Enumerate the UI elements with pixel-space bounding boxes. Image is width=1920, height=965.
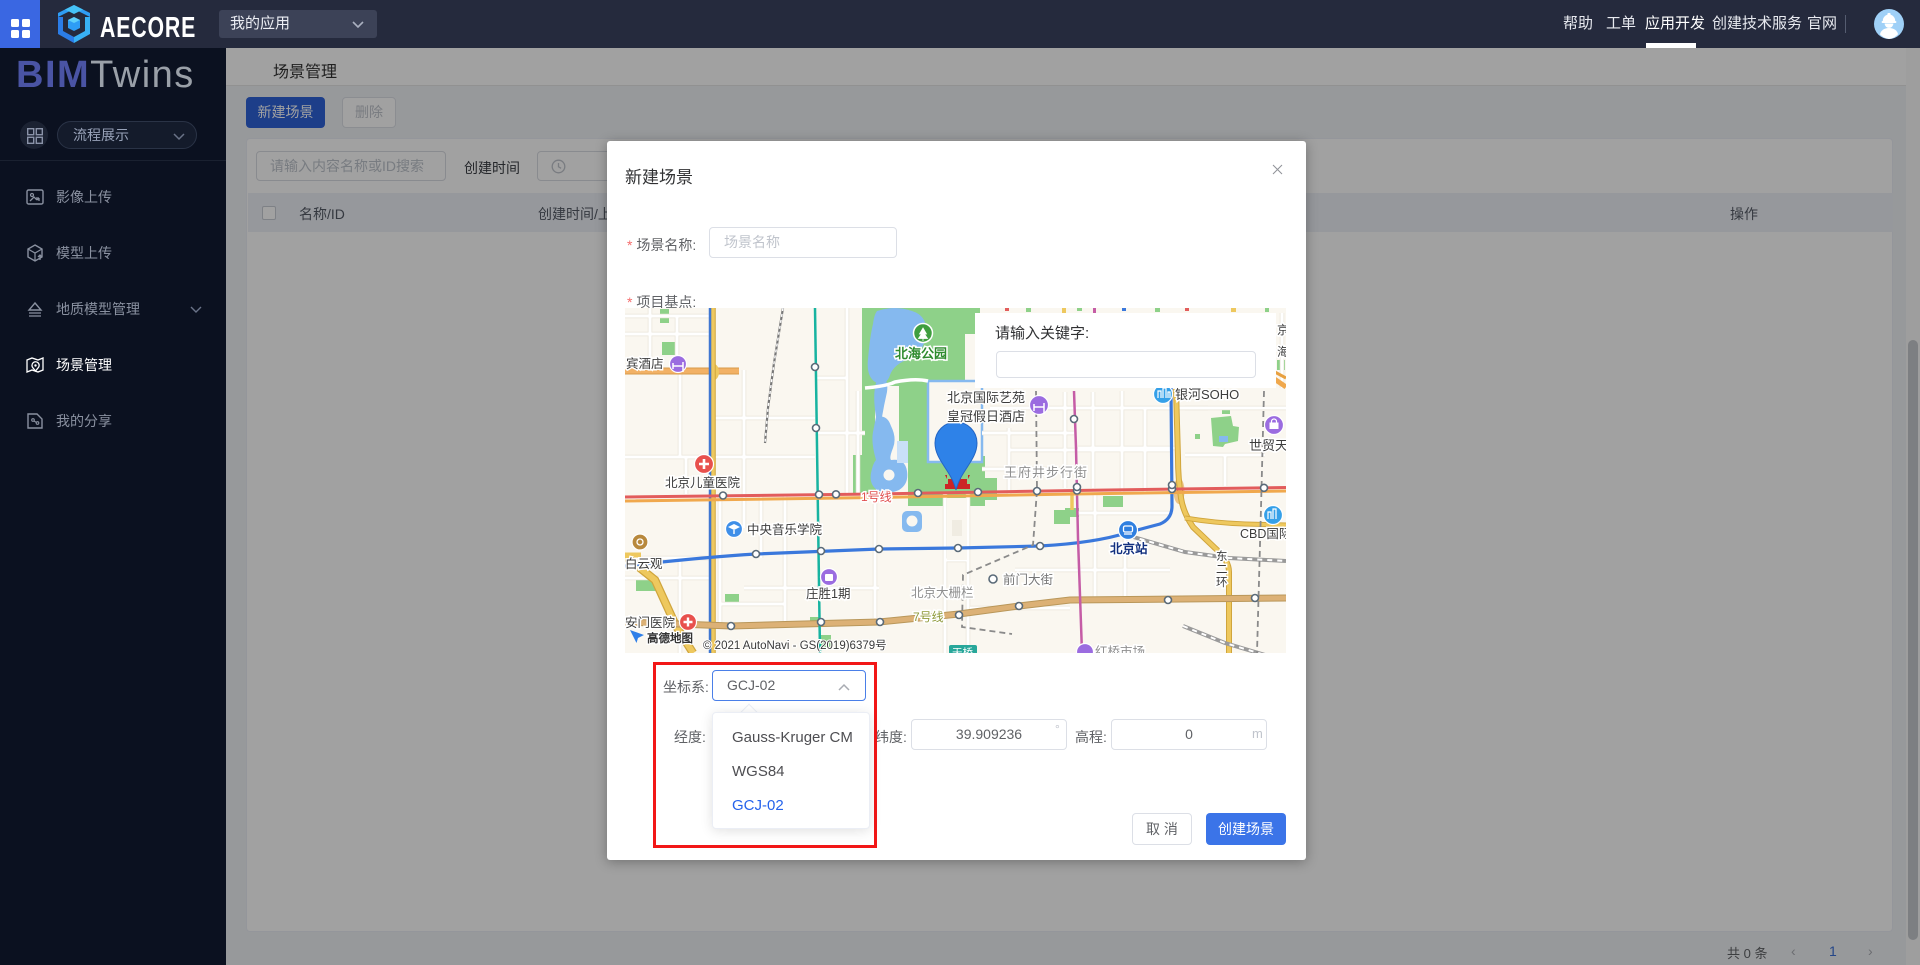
svg-text:海入: 海入 [1277,344,1286,359]
svg-text:庄胜1期: 庄胜1期 [806,586,850,601]
svg-text:7号线: 7号线 [913,610,944,624]
svg-text:二: 二 [1216,564,1228,576]
svg-text:北京大栅栏: 北京大栅栏 [911,585,974,600]
svg-text:环: 环 [1216,577,1228,589]
svg-text:北海公园: 北海公园 [895,346,947,361]
svg-text:北京站: 北京站 [1110,541,1148,556]
svg-text:红桥市场: 红桥市场 [1095,644,1145,653]
svg-text:CBD国际: CBD国际 [1240,527,1286,541]
svg-text:高德地图: 高德地图 [647,631,693,645]
svg-text:白云观: 白云观 [625,556,663,571]
svg-text:宾酒店: 宾酒店 [626,356,664,371]
svg-text:中央音乐学院: 中央音乐学院 [747,522,823,537]
svg-text:京工: 京工 [1277,323,1286,337]
svg-text:天桥: 天桥 [952,647,973,653]
svg-text:安门医院: 安门医院 [625,615,676,630]
svg-text:北京儿童医院: 北京儿童医院 [665,475,741,490]
svg-text:北京国际艺苑: 北京国际艺苑 [947,390,1025,405]
svg-text:世贸天: 世贸天 [1249,438,1286,453]
svg-text:银河SOHO: 银河SOHO [1175,387,1239,402]
svg-text:东: 东 [1216,550,1228,563]
svg-text:皇冠假日酒店: 皇冠假日酒店 [947,409,1025,424]
svg-text:王府井步行街: 王府井步行街 [1004,465,1088,480]
svg-text:前门大街: 前门大街 [1003,572,1053,587]
svg-text:© 2021 AutoNavi - GS(2019)6379: © 2021 AutoNavi - GS(2019)6379号 [703,639,887,652]
svg-text:1号线: 1号线 [861,490,892,504]
